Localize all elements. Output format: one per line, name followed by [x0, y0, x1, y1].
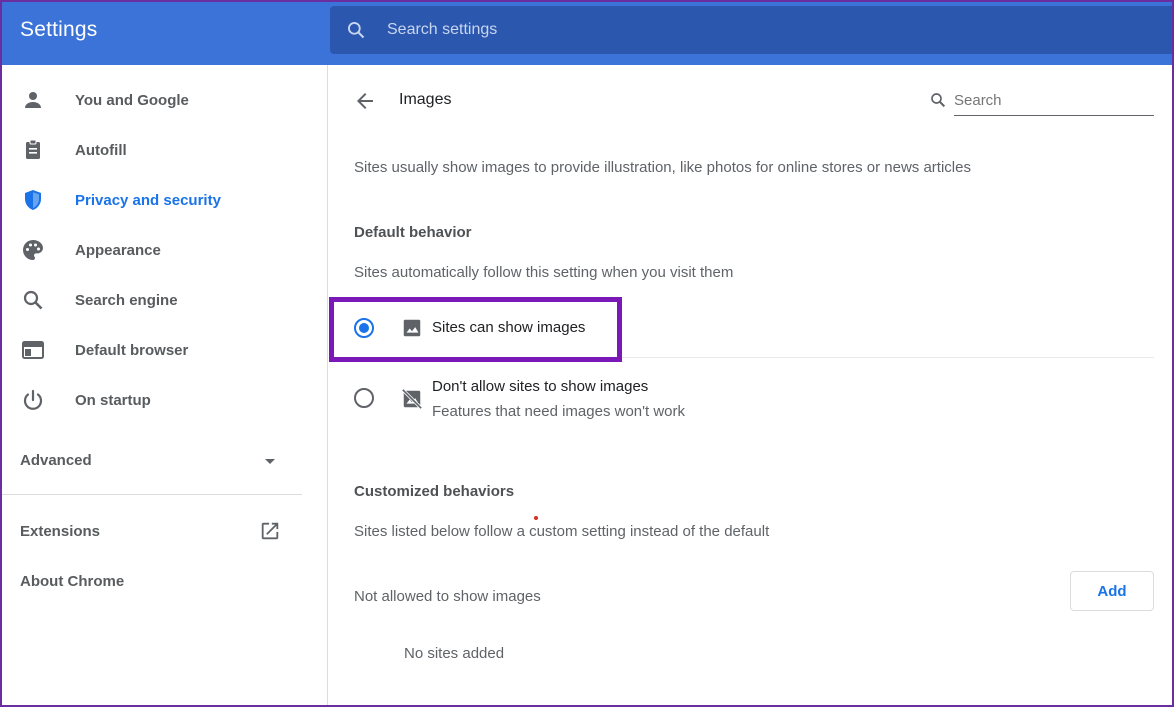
main-content: Images Sites usually show images to prov…	[329, 65, 1174, 707]
sidebar-item-label: Appearance	[75, 241, 161, 259]
add-button[interactable]: Add	[1070, 571, 1154, 611]
sidebar-item-autofill[interactable]: Autofill	[0, 128, 300, 172]
sidebar-item-label: Autofill	[75, 141, 127, 159]
sidebar-item-label: Default browser	[75, 341, 189, 359]
default-behavior-subtitle: Sites automatically follow this setting …	[354, 264, 734, 281]
page-title: Images	[399, 91, 452, 108]
search-icon	[23, 290, 43, 310]
page-description: Sites usually show images to provide ill…	[354, 159, 971, 176]
option-sublabel: Features that need images won't work	[432, 403, 685, 420]
sidebar-item-about-chrome[interactable]: About Chrome	[20, 573, 124, 590]
open-in-new-icon[interactable]	[259, 520, 281, 542]
page-search[interactable]	[929, 85, 1154, 116]
shield-icon	[25, 190, 41, 210]
sidebar-item-label: On startup	[75, 391, 151, 409]
sidebar-item-search-engine[interactable]: Search engine	[0, 278, 300, 322]
caret-down-icon[interactable]	[262, 455, 278, 467]
radio-block-images[interactable]	[354, 388, 374, 408]
option-divider	[622, 357, 1154, 358]
default-behavior-heading: Default behavior	[354, 224, 472, 241]
power-icon	[23, 389, 43, 410]
image-off-icon	[401, 388, 423, 410]
sidebar-item-label: You and Google	[75, 91, 189, 109]
customized-behaviors-heading: Customized behaviors	[354, 483, 515, 500]
back-arrow-icon[interactable]	[353, 89, 377, 113]
person-icon	[25, 92, 41, 108]
sidebar-item-appearance[interactable]: Appearance	[0, 228, 300, 272]
sidebar-item-advanced[interactable]: Advanced	[20, 452, 92, 469]
highlight-annotation-box	[329, 297, 622, 362]
sidebar-item-privacy-and-security[interactable]: Privacy and security	[0, 178, 300, 222]
cursor-dot	[534, 516, 538, 520]
sidebar-item-label: Privacy and security	[75, 191, 221, 209]
not-allowed-label: Not allowed to show images	[354, 588, 541, 605]
search-icon	[931, 93, 946, 108]
option-dont-allow-images[interactable]: Don't allow sites to show images Feature…	[329, 363, 1154, 423]
clipboard-icon	[26, 139, 40, 159]
sidebar: You and Google Autofill Privacy and secu…	[0, 65, 328, 707]
settings-search-bar[interactable]: Search settings	[330, 6, 1174, 54]
browser-icon	[22, 341, 44, 359]
sidebar-item-label: Search engine	[75, 291, 178, 309]
no-sites-added-label: No sites added	[404, 645, 505, 662]
palette-icon	[23, 240, 43, 260]
customized-behaviors-subtitle: Sites listed below follow a custom setti…	[354, 523, 770, 540]
app-title: Settings	[20, 18, 98, 41]
page-search-input[interactable]	[954, 85, 1154, 116]
sidebar-divider	[0, 494, 302, 495]
sidebar-item-default-browser[interactable]: Default browser	[0, 328, 300, 372]
app-header: Settings Search settings	[0, 0, 1174, 65]
sidebar-item-on-startup[interactable]: On startup	[0, 378, 300, 422]
sidebar-item-you-and-google[interactable]: You and Google	[0, 78, 300, 122]
sidebar-item-extensions[interactable]: Extensions	[20, 523, 100, 540]
option-label: Don't allow sites to show images	[432, 378, 649, 395]
search-settings-placeholder[interactable]: Search settings	[387, 21, 497, 39]
search-icon	[348, 22, 365, 39]
